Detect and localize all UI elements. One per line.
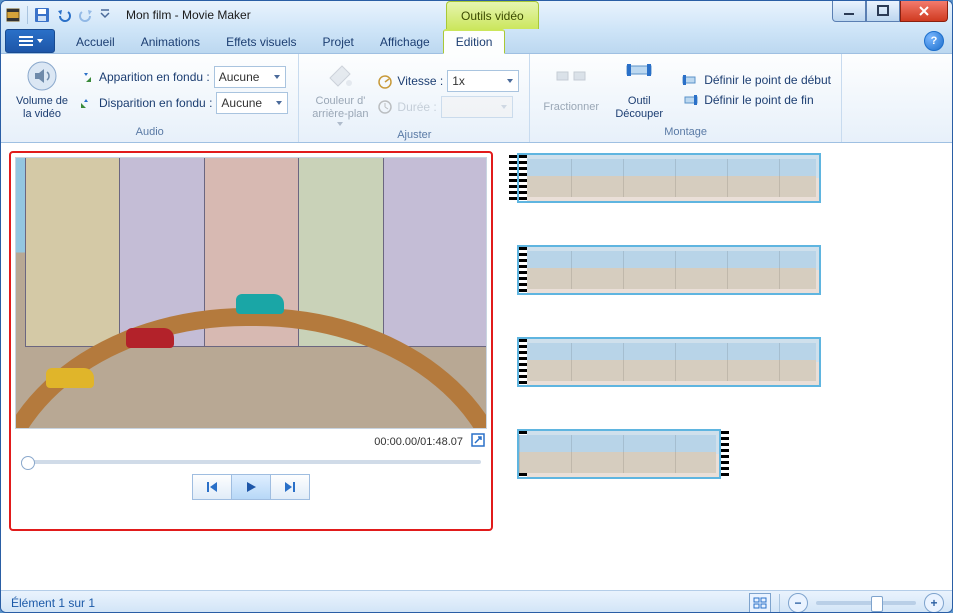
seek-thumb[interactable]: [21, 456, 35, 470]
prev-frame-button[interactable]: [192, 474, 232, 500]
chevron-down-icon: [500, 100, 508, 114]
redo-icon[interactable]: [78, 7, 94, 23]
set-end-point-button[interactable]: Définir le point de fin: [682, 92, 831, 108]
tab-edition[interactable]: Edition: [443, 29, 506, 54]
car-red: [126, 328, 174, 348]
seek-bar[interactable]: [21, 460, 481, 464]
ribbon-group-montage: Fractionner Outil Découper Définir le po…: [530, 54, 842, 142]
trim-label: Outil Découper: [615, 95, 663, 120]
duration-combo: [441, 96, 513, 118]
background-color-button: Couleur d' arrière-plan: [309, 58, 371, 129]
chevron-down-icon: [273, 70, 281, 84]
contextual-tab-label: Outils vidéo: [446, 1, 539, 30]
set-end-icon: [682, 92, 698, 108]
fullscreen-icon[interactable]: [471, 433, 485, 450]
fade-in-icon: [79, 69, 95, 85]
transport-controls: [15, 474, 487, 500]
background-color-label: Couleur d' arrière-plan: [312, 95, 368, 120]
maximize-button[interactable]: [866, 1, 900, 22]
tab-projet[interactable]: Projet: [310, 30, 367, 53]
tab-affichage[interactable]: Affichage: [367, 30, 443, 53]
fade-out-value: Aucune: [221, 96, 262, 110]
duration-label: Durée :: [397, 100, 436, 114]
fade-out-label: Disparition en fondu :: [99, 96, 212, 110]
save-icon[interactable]: [34, 7, 50, 23]
fade-out-icon: [79, 95, 95, 111]
chevron-down-icon: [506, 74, 514, 88]
storyboard-pane[interactable]: [501, 143, 952, 590]
clip-thumbnail[interactable]: [517, 153, 821, 203]
quick-access-toolbar: [5, 6, 116, 24]
separator: [779, 594, 780, 612]
preview-pane: 00:00.00/01:48.07: [1, 143, 501, 590]
play-button[interactable]: [232, 474, 271, 500]
status-item-count: Élément 1 sur 1: [11, 596, 95, 610]
tab-accueil[interactable]: Accueil: [63, 30, 128, 53]
speaker-icon: [26, 60, 58, 92]
clip-thumbnail[interactable]: [517, 429, 721, 479]
titlebar: Mon film - Movie Maker Outils vidéo: [1, 1, 952, 29]
split-clip-icon: [555, 66, 587, 98]
speedometer-icon: [377, 73, 393, 89]
ribbon-group-ajuster: Couleur d' arrière-plan Vitesse : 1x: [299, 54, 530, 142]
tab-effets-visuels[interactable]: Effets visuels: [213, 30, 309, 53]
next-frame-button[interactable]: [271, 474, 310, 500]
zoom-slider-thumb[interactable]: [871, 596, 883, 612]
minimize-button[interactable]: [832, 1, 866, 22]
car-yellow: [46, 368, 94, 388]
preview-frame-highlight: 00:00.00/01:48.07: [9, 151, 493, 531]
close-button[interactable]: [900, 1, 948, 22]
file-menu-button[interactable]: [5, 29, 55, 53]
split-button: Fractionner: [540, 64, 602, 116]
car-teal: [236, 294, 284, 314]
time-display-row: 00:00.00/01:48.07: [15, 429, 487, 454]
ribbon-group-audio: Volume de la vidéo Apparition en fondu :…: [1, 54, 299, 142]
chevron-down-icon: [275, 96, 283, 110]
group-title-montage: Montage: [540, 126, 831, 140]
window-title: Mon film - Movie Maker: [126, 8, 251, 22]
thumbnail-view-icon[interactable]: [749, 593, 771, 613]
fade-in-label: Apparition en fondu :: [99, 70, 210, 84]
tab-animations[interactable]: Animations: [128, 30, 213, 53]
speed-combo[interactable]: 1x: [447, 70, 519, 92]
speed-label: Vitesse :: [397, 74, 443, 88]
video-preview[interactable]: [15, 157, 487, 429]
split-label: Fractionner: [543, 101, 599, 114]
app-icon: [5, 7, 21, 23]
trim-clip-icon: [623, 60, 655, 92]
set-start-label: Définir le point de début: [704, 73, 831, 87]
speed-value: 1x: [452, 74, 465, 88]
paint-bucket-icon: [324, 60, 356, 92]
statusbar: Élément 1 sur 1 − +: [1, 590, 952, 613]
help-button[interactable]: ?: [924, 31, 944, 51]
fade-in-value: Aucune: [219, 70, 260, 84]
clip-thumbnail[interactable]: [517, 337, 821, 387]
group-title-ajuster: Ajuster: [309, 129, 519, 143]
qat-customize-icon[interactable]: [100, 7, 116, 23]
zoom-slider[interactable]: [816, 601, 916, 605]
ribbon-body: Volume de la vidéo Apparition en fondu :…: [1, 54, 952, 143]
window-controls: [832, 1, 948, 22]
clock-icon: [377, 99, 393, 115]
workspace: 00:00.00/01:48.07: [1, 143, 952, 590]
video-volume-button[interactable]: Volume de la vidéo: [11, 58, 73, 122]
group-title-audio: Audio: [11, 126, 288, 140]
ribbon-tabstrip: Accueil Animations Effets visuels Projet…: [1, 29, 952, 54]
zoom-controls: − +: [749, 593, 944, 613]
video-volume-label: Volume de la vidéo: [16, 95, 68, 120]
clip-thumbnail[interactable]: [517, 245, 821, 295]
zoom-in-button[interactable]: +: [924, 593, 944, 613]
set-end-label: Définir le point de fin: [704, 93, 813, 107]
time-counter: 00:00.00/01:48.07: [374, 436, 463, 448]
zoom-out-button[interactable]: −: [788, 593, 808, 613]
fade-out-combo[interactable]: Aucune: [216, 92, 288, 114]
set-start-icon: [682, 72, 698, 88]
qat-separator: [27, 6, 28, 24]
trim-tool-button[interactable]: Outil Découper: [608, 58, 670, 122]
set-start-point-button[interactable]: Définir le point de début: [682, 72, 831, 88]
app-window: Mon film - Movie Maker Outils vidéo Accu…: [0, 0, 953, 613]
fade-in-combo[interactable]: Aucune: [214, 66, 286, 88]
undo-icon[interactable]: [56, 7, 72, 23]
